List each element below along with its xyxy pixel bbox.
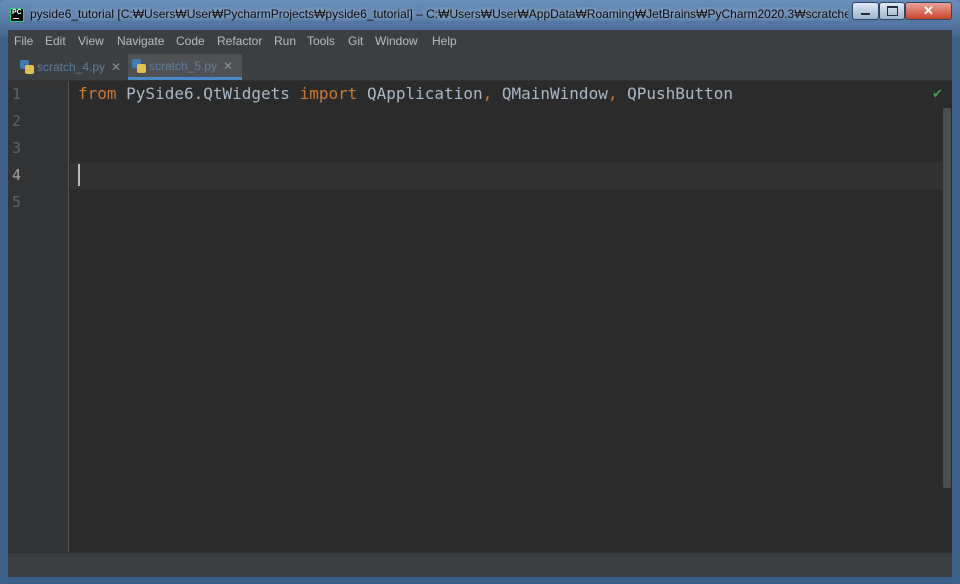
line-number: 2 [12, 112, 22, 130]
vertical-scrollbar[interactable] [943, 108, 951, 488]
current-line-highlight [70, 162, 942, 189]
editor-tab-bar: scratch_4.py ✕ scratch_5.py ✕ [8, 54, 952, 81]
menu-refactor[interactable]: Refactor [217, 34, 262, 48]
menu-code[interactable]: Code [176, 34, 205, 48]
line-number-current: 4 [12, 166, 22, 184]
ide-client-area: File Edit View Navigate Code Refactor Ru… [8, 30, 952, 577]
menu-bar: File Edit View Navigate Code Refactor Ru… [8, 30, 952, 54]
menu-view[interactable]: View [78, 34, 104, 48]
menu-edit[interactable]: Edit [45, 34, 66, 48]
menu-git[interactable]: Git [348, 34, 363, 48]
inspection-ok-icon[interactable]: ✔ [932, 86, 943, 102]
line-number: 5 [12, 193, 22, 211]
comma: , [482, 84, 493, 103]
import-name: QPushButton [617, 84, 734, 103]
maximize-button[interactable] [879, 2, 905, 20]
line-number: 3 [12, 139, 22, 157]
import-name: QMainWindow [492, 84, 608, 103]
menu-window[interactable]: Window [375, 34, 418, 48]
menu-help[interactable]: Help [432, 34, 457, 48]
module-name: PySide6.QtWidgets [116, 84, 300, 103]
minimize-button[interactable] [852, 2, 879, 20]
text-caret [78, 164, 80, 186]
tab-label: scratch_5.py [149, 58, 218, 73]
ide-window: pyside6_tutorial [C:₩Users₩User₩PycharmP… [0, 0, 960, 584]
tab-close-icon[interactable]: ✕ [111, 60, 121, 74]
pycharm-app-icon[interactable] [10, 8, 24, 22]
python-file-icon [132, 58, 146, 73]
import-name: QApplication [357, 84, 483, 103]
title-bar[interactable]: pyside6_tutorial [C:₩Users₩User₩PycharmP… [0, 0, 960, 30]
keyword-import: import [299, 84, 358, 103]
code-editor[interactable]: 1 2 3 4 5 from PySide6.QtWidgets import … [8, 81, 952, 552]
menu-navigate[interactable]: Navigate [117, 34, 164, 48]
line-number: 1 [12, 85, 22, 103]
line-number-gutter: 1 2 3 4 5 [8, 81, 69, 552]
minimize-icon [861, 13, 870, 15]
python-file-icon [20, 60, 34, 74]
close-button[interactable]: ✕ [905, 2, 952, 20]
status-bar [8, 552, 952, 577]
keyword-from: from [78, 84, 117, 103]
menu-file[interactable]: File [14, 34, 33, 48]
menu-tools[interactable]: Tools [307, 34, 335, 48]
tab-label: scratch_4.py [37, 60, 106, 74]
maximize-icon [886, 6, 898, 16]
code-line-1[interactable]: from PySide6.QtWidgets import QApplicati… [78, 84, 733, 103]
tab-scratch-4[interactable]: scratch_4.py ✕ [16, 54, 126, 80]
menu-run[interactable]: Run [274, 34, 296, 48]
tab-scratch-5[interactable]: scratch_5.py ✕ [128, 54, 242, 80]
tab-close-icon[interactable]: ✕ [223, 59, 233, 73]
window-title: pyside6_tutorial [C:₩Users₩User₩PycharmP… [30, 7, 848, 21]
